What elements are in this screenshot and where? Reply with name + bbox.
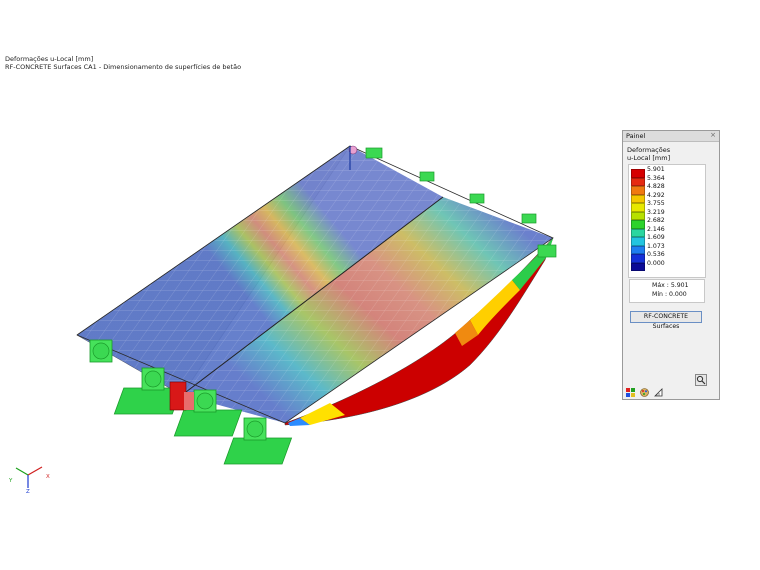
legend-value: 3.219	[647, 208, 665, 216]
legend-swatch	[631, 211, 645, 220]
panel-heading: Deformações	[627, 146, 671, 154]
min-value: 0.000	[669, 291, 687, 298]
axis-x-label: X	[46, 474, 50, 480]
legend-swatch	[631, 262, 645, 271]
table-icon[interactable]	[626, 388, 635, 397]
legend-value: 4.292	[647, 191, 665, 199]
legend-swatch	[631, 169, 645, 178]
legend-value: 1.073	[647, 242, 665, 250]
max-min-box: Máx : 5.901 Mín : 0.000	[629, 279, 705, 303]
axis-y-label: Y	[8, 478, 13, 484]
max-value: 5.901	[670, 282, 689, 289]
support-front-1	[89, 339, 113, 363]
legend-value: 0.000	[647, 259, 665, 267]
legend-value: 3.755	[647, 200, 665, 207]
legend-swatch	[631, 177, 645, 186]
legend-value: 4.828	[647, 183, 665, 190]
legend-swatch	[631, 186, 645, 195]
panel-title: Painel	[626, 132, 646, 140]
zoom-icon[interactable]	[695, 374, 707, 386]
max-label: Máx	[652, 282, 665, 289]
legend-value: 5.364	[647, 174, 665, 182]
legend-swatch	[631, 237, 645, 246]
min-label: Mín	[652, 291, 663, 298]
ruler-icon[interactable]	[654, 388, 663, 397]
legend-value: 2.146	[647, 225, 665, 233]
legend-value: 2.682	[647, 217, 665, 224]
legend-swatch	[631, 228, 645, 237]
color-legend: 5.901 5.364 4.828 4.292 3.755 3.219 2.682 2.146…	[628, 164, 706, 278]
results-panel: Painel × Deformações u-Local [mm] 5.901 5…	[622, 130, 720, 400]
legend-swatch	[631, 254, 645, 263]
rf-concrete-surfaces-button[interactable]: RF-CONCRETE Surfaces	[630, 311, 702, 330]
legend-value: 1.609	[647, 234, 665, 241]
axis-triad: X Y Z	[8, 466, 50, 495]
palette-icon[interactable]	[640, 388, 649, 397]
axis-z-label: Z	[26, 489, 30, 495]
legend-value: 0.536	[647, 251, 665, 258]
close-icon[interactable]: ×	[710, 131, 716, 139]
legend-swatch	[631, 220, 645, 229]
legend-swatch	[631, 245, 645, 254]
highlighted-support	[169, 381, 187, 411]
panel-titlebar[interactable]: Painel ×	[623, 131, 719, 142]
legend-swatch	[631, 194, 645, 203]
legend-value: 5.901	[647, 166, 665, 173]
panel-subheading: u-Local [mm]	[627, 154, 671, 162]
legend-swatch	[631, 203, 645, 212]
